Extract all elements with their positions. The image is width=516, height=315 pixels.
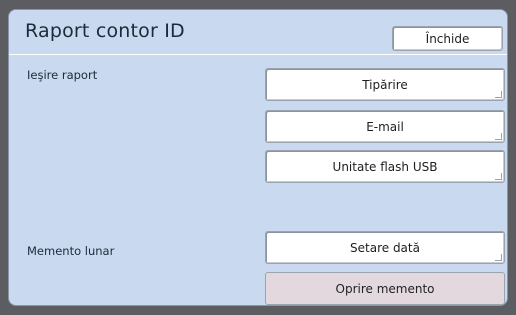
panel-header: Raport contor ID Închide xyxy=(9,10,507,55)
close-button[interactable]: Închide xyxy=(392,26,503,51)
email-button-label: E-mail xyxy=(366,119,404,134)
usb-flash-button-label: Unitate flash USB xyxy=(332,159,438,174)
button-grip-icon xyxy=(495,91,502,98)
set-date-button[interactable]: Setare dată xyxy=(265,231,505,264)
id-counter-report-panel: Raport contor ID Închide Ieşire raport T… xyxy=(8,9,508,306)
print-button[interactable]: Tipărire xyxy=(265,68,505,101)
stop-reminder-button[interactable]: Oprire memento xyxy=(265,272,505,305)
button-grip-icon xyxy=(495,133,502,140)
report-output-label: Ieşire raport xyxy=(27,68,98,82)
page-title: Raport contor ID xyxy=(25,20,185,42)
print-button-label: Tipărire xyxy=(362,77,408,92)
stop-reminder-button-label: Oprire memento xyxy=(335,281,435,296)
button-grip-icon xyxy=(495,173,502,180)
button-grip-icon xyxy=(495,254,502,261)
email-button[interactable]: E-mail xyxy=(265,110,505,143)
monthly-reminder-label: Memento lunar xyxy=(27,244,115,258)
set-date-button-label: Setare dată xyxy=(350,240,420,255)
usb-flash-button[interactable]: Unitate flash USB xyxy=(265,150,505,183)
